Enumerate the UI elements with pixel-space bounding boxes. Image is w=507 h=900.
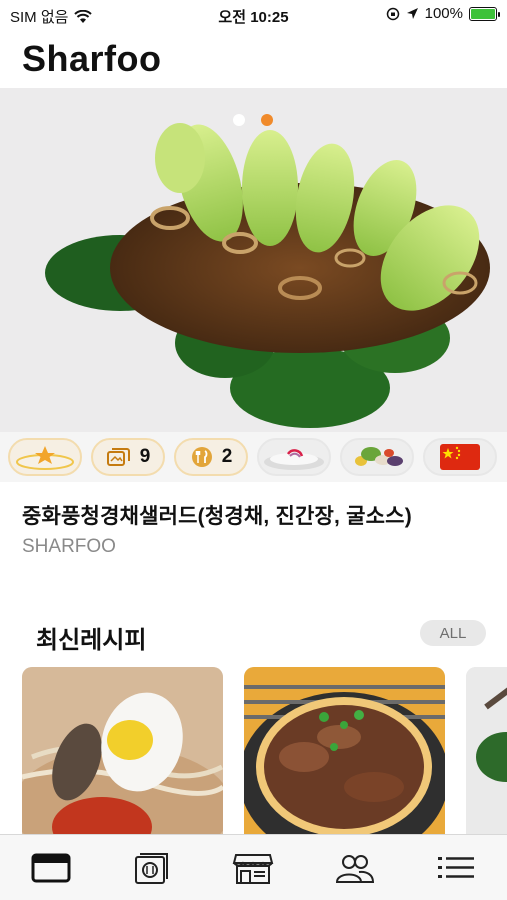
recipe-author: SHARFOO	[22, 536, 116, 557]
recipe-info-row: 9 2	[0, 432, 507, 482]
carousel-dots[interactable]	[233, 114, 273, 126]
dish-image	[466, 667, 507, 837]
carousel-dot-1[interactable]	[233, 114, 245, 126]
servings-chip[interactable]: 2	[174, 438, 248, 476]
all-button[interactable]: ALL	[420, 620, 486, 646]
tab-store[interactable]	[223, 840, 283, 896]
recipe-title[interactable]: 중화풍청경채샐러드(청경채, 진간장, 굴소스)	[22, 500, 412, 530]
status-bar: SIM 없음 오전 10:25 100%	[0, 0, 507, 30]
battery-percent: 100%	[424, 5, 463, 22]
battery-icon	[469, 6, 500, 21]
tab-feed[interactable]	[21, 840, 81, 896]
steps-count: 9	[139, 446, 151, 467]
orientation-lock-icon	[386, 7, 399, 20]
app-title: Sharfoo	[22, 38, 162, 79]
recipe-card-list	[22, 667, 507, 837]
tab-bar	[0, 834, 507, 900]
utensils-icon	[191, 447, 212, 467]
section-title: 최신레시피	[36, 627, 147, 654]
recipe-card[interactable]	[244, 667, 445, 837]
tab-menu[interactable]	[426, 840, 486, 896]
plate-chip[interactable]	[257, 438, 331, 476]
people-icon	[335, 854, 374, 883]
naengmyeon-image	[22, 667, 223, 837]
servings-count: 2	[221, 446, 233, 467]
country-chip[interactable]	[423, 438, 497, 476]
ingredients-chip[interactable]	[340, 438, 414, 476]
bulgogi-image	[244, 667, 445, 837]
tab-community[interactable]	[325, 840, 385, 896]
store-icon	[233, 853, 274, 884]
ingredients-icon	[355, 447, 403, 466]
china-flag-icon	[440, 444, 480, 470]
cards-icon	[106, 448, 130, 466]
steps-chip[interactable]: 9	[91, 438, 165, 476]
recipe-card[interactable]	[22, 667, 223, 837]
list-icon	[438, 856, 475, 878]
tab-recipes[interactable]	[122, 840, 182, 896]
carousel-dot-2[interactable]	[261, 114, 273, 126]
recipe-book-icon	[135, 852, 169, 884]
plate-icon	[264, 449, 324, 470]
card-icon	[31, 853, 71, 882]
hero-image[interactable]	[0, 88, 507, 432]
location-arrow-icon	[406, 8, 418, 19]
bok-choy-dish-image	[0, 88, 507, 432]
star-plate-icon	[16, 446, 74, 470]
recipe-card[interactable]	[466, 667, 507, 837]
level-chip[interactable]	[8, 438, 82, 476]
